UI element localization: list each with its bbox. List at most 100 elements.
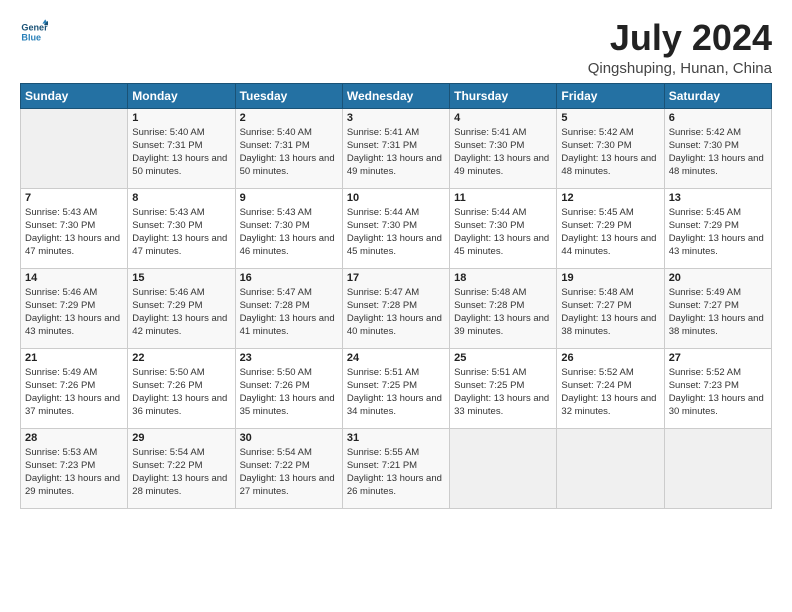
day-info: Sunrise: 5:53 AMSunset: 7:23 PMDaylight:… xyxy=(25,446,123,499)
col-sunday: Sunday xyxy=(21,83,128,108)
day-info: Sunrise: 5:41 AMSunset: 7:30 PMDaylight:… xyxy=(454,126,552,179)
calendar-cell xyxy=(450,428,557,508)
calendar-cell: 27 Sunrise: 5:52 AMSunset: 7:23 PMDayligh… xyxy=(664,348,771,428)
header-row-days: Sunday Monday Tuesday Wednesday Thursday… xyxy=(21,83,772,108)
calendar-week-1: 1 Sunrise: 5:40 AMSunset: 7:31 PMDaylight… xyxy=(21,108,772,188)
location: Qingshuping, Hunan, China xyxy=(588,60,772,77)
calendar-table: Sunday Monday Tuesday Wednesday Thursday… xyxy=(20,83,772,509)
calendar-cell xyxy=(21,108,128,188)
day-info: Sunrise: 5:40 AMSunset: 7:31 PMDaylight:… xyxy=(132,126,230,179)
day-info: Sunrise: 5:44 AMSunset: 7:30 PMDaylight:… xyxy=(454,206,552,259)
day-number: 11 xyxy=(454,192,552,204)
day-number: 16 xyxy=(240,272,338,284)
day-number: 29 xyxy=(132,432,230,444)
calendar-cell: 4Sunrise: 5:41 AMSunset: 7:30 PMDaylight… xyxy=(450,108,557,188)
calendar-cell: 18 Sunrise: 5:48 AMSunset: 7:28 PMDayligh… xyxy=(450,268,557,348)
day-info: Sunrise: 5:41 AMSunset: 7:31 PMDaylight:… xyxy=(347,126,445,179)
calendar-cell: 8Sunrise: 5:43 AMSunset: 7:30 PMDaylight… xyxy=(128,188,235,268)
day-info: Sunrise: 5:49 AMSunset: 7:26 PMDaylight:… xyxy=(25,366,123,419)
logo-icon: General Blue xyxy=(20,18,48,46)
month-title: July 2024 xyxy=(588,18,772,58)
day-info: Sunrise: 5:52 AMSunset: 7:24 PMDaylight:… xyxy=(561,366,659,419)
day-info: Sunrise: 5:45 AMSunset: 7:29 PMDaylight:… xyxy=(561,206,659,259)
day-number: 30 xyxy=(240,432,338,444)
col-wednesday: Wednesday xyxy=(342,83,449,108)
day-number: 21 xyxy=(25,352,123,364)
day-number: 12 xyxy=(561,192,659,204)
day-number: 18 xyxy=(454,272,552,284)
calendar-cell: 21 Sunrise: 5:49 AMSunset: 7:26 PMDayligh… xyxy=(21,348,128,428)
calendar-cell: 22 Sunrise: 5:50 AMSunset: 7:26 PMDayligh… xyxy=(128,348,235,428)
calendar-cell: 17 Sunrise: 5:47 AMSunset: 7:28 PMDayligh… xyxy=(342,268,449,348)
calendar-cell: 3 Sunrise: 5:41 AMSunset: 7:31 PMDaylight… xyxy=(342,108,449,188)
day-info: Sunrise: 5:51 AMSunset: 7:25 PMDaylight:… xyxy=(347,366,445,419)
day-number: 5 xyxy=(561,112,659,124)
day-number: 10 xyxy=(347,192,445,204)
day-number: 24 xyxy=(347,352,445,364)
day-info: Sunrise: 5:42 AMSunset: 7:30 PMDaylight:… xyxy=(561,126,659,179)
day-info: Sunrise: 5:54 AMSunset: 7:22 PMDaylight:… xyxy=(132,446,230,499)
calendar-cell: 6Sunrise: 5:42 AMSunset: 7:30 PMDaylight… xyxy=(664,108,771,188)
day-number: 31 xyxy=(347,432,445,444)
day-number: 22 xyxy=(132,352,230,364)
day-number: 7 xyxy=(25,192,123,204)
calendar-cell: 11 Sunrise: 5:44 AMSunset: 7:30 PMDayligh… xyxy=(450,188,557,268)
day-number: 8 xyxy=(132,192,230,204)
day-info: Sunrise: 5:49 AMSunset: 7:27 PMDaylight:… xyxy=(669,286,767,339)
calendar-cell: 19Sunrise: 5:48 AMSunset: 7:27 PMDayligh… xyxy=(557,268,664,348)
day-info: Sunrise: 5:46 AMSunset: 7:29 PMDaylight:… xyxy=(25,286,123,339)
calendar-cell: 9 Sunrise: 5:43 AMSunset: 7:30 PMDaylight… xyxy=(235,188,342,268)
day-info: Sunrise: 5:50 AMSunset: 7:26 PMDaylight:… xyxy=(240,366,338,419)
day-number: 27 xyxy=(669,352,767,364)
day-number: 3 xyxy=(347,112,445,124)
calendar-cell: 25Sunrise: 5:51 AMSunset: 7:25 PMDayligh… xyxy=(450,348,557,428)
day-info: Sunrise: 5:47 AMSunset: 7:28 PMDaylight:… xyxy=(240,286,338,339)
day-info: Sunrise: 5:43 AMSunset: 7:30 PMDaylight:… xyxy=(240,206,338,259)
calendar-cell: 12 Sunrise: 5:45 AMSunset: 7:29 PMDayligh… xyxy=(557,188,664,268)
calendar-week-5: 28 Sunrise: 5:53 AMSunset: 7:23 PMDayligh… xyxy=(21,428,772,508)
day-info: Sunrise: 5:46 AMSunset: 7:29 PMDaylight:… xyxy=(132,286,230,339)
calendar-cell xyxy=(557,428,664,508)
col-thursday: Thursday xyxy=(450,83,557,108)
day-info: Sunrise: 5:54 AMSunset: 7:22 PMDaylight:… xyxy=(240,446,338,499)
calendar-week-2: 7 Sunrise: 5:43 AMSunset: 7:30 PMDaylight… xyxy=(21,188,772,268)
day-info: Sunrise: 5:48 AMSunset: 7:28 PMDaylight:… xyxy=(454,286,552,339)
calendar-cell: 23Sunrise: 5:50 AMSunset: 7:26 PMDayligh… xyxy=(235,348,342,428)
col-monday: Monday xyxy=(128,83,235,108)
day-info: Sunrise: 5:45 AMSunset: 7:29 PMDaylight:… xyxy=(669,206,767,259)
calendar-cell: 31Sunrise: 5:55 AMSunset: 7:21 PMDayligh… xyxy=(342,428,449,508)
header-row: General Blue July 2024 Qingshuping, Huna… xyxy=(20,18,772,77)
calendar-cell: 7 Sunrise: 5:43 AMSunset: 7:30 PMDaylight… xyxy=(21,188,128,268)
calendar-cell: 15 Sunrise: 5:46 AMSunset: 7:29 PMDayligh… xyxy=(128,268,235,348)
day-number: 28 xyxy=(25,432,123,444)
day-info: Sunrise: 5:47 AMSunset: 7:28 PMDaylight:… xyxy=(347,286,445,339)
calendar-week-3: 14Sunrise: 5:46 AMSunset: 7:29 PMDayligh… xyxy=(21,268,772,348)
day-info: Sunrise: 5:43 AMSunset: 7:30 PMDaylight:… xyxy=(25,206,123,259)
logo: General Blue xyxy=(20,18,48,46)
calendar-cell: 1 Sunrise: 5:40 AMSunset: 7:31 PMDaylight… xyxy=(128,108,235,188)
calendar-cell: 26 Sunrise: 5:52 AMSunset: 7:24 PMDayligh… xyxy=(557,348,664,428)
calendar-week-4: 21 Sunrise: 5:49 AMSunset: 7:26 PMDayligh… xyxy=(21,348,772,428)
calendar-cell: 10Sunrise: 5:44 AMSunset: 7:30 PMDayligh… xyxy=(342,188,449,268)
calendar-cell xyxy=(664,428,771,508)
calendar-cell: 2Sunrise: 5:40 AMSunset: 7:31 PMDaylight… xyxy=(235,108,342,188)
calendar-cell: 16 Sunrise: 5:47 AMSunset: 7:28 PMDayligh… xyxy=(235,268,342,348)
day-number: 17 xyxy=(347,272,445,284)
day-number: 1 xyxy=(132,112,230,124)
calendar-cell: 20Sunrise: 5:49 AMSunset: 7:27 PMDayligh… xyxy=(664,268,771,348)
day-number: 9 xyxy=(240,192,338,204)
calendar-cell: 5 Sunrise: 5:42 AMSunset: 7:30 PMDaylight… xyxy=(557,108,664,188)
col-friday: Friday xyxy=(557,83,664,108)
day-number: 15 xyxy=(132,272,230,284)
day-info: Sunrise: 5:50 AMSunset: 7:26 PMDaylight:… xyxy=(132,366,230,419)
calendar-cell: 30 Sunrise: 5:54 AMSunset: 7:22 PMDayligh… xyxy=(235,428,342,508)
day-info: Sunrise: 5:42 AMSunset: 7:30 PMDaylight:… xyxy=(669,126,767,179)
calendar-cell: 13Sunrise: 5:45 AMSunset: 7:29 PMDayligh… xyxy=(664,188,771,268)
title-section: July 2024 Qingshuping, Hunan, China xyxy=(588,18,772,77)
day-info: Sunrise: 5:52 AMSunset: 7:23 PMDaylight:… xyxy=(669,366,767,419)
day-info: Sunrise: 5:40 AMSunset: 7:31 PMDaylight:… xyxy=(240,126,338,179)
day-info: Sunrise: 5:51 AMSunset: 7:25 PMDaylight:… xyxy=(454,366,552,419)
calendar-container: General Blue July 2024 Qingshuping, Huna… xyxy=(0,0,792,519)
day-number: 26 xyxy=(561,352,659,364)
calendar-cell: 28 Sunrise: 5:53 AMSunset: 7:23 PMDayligh… xyxy=(21,428,128,508)
